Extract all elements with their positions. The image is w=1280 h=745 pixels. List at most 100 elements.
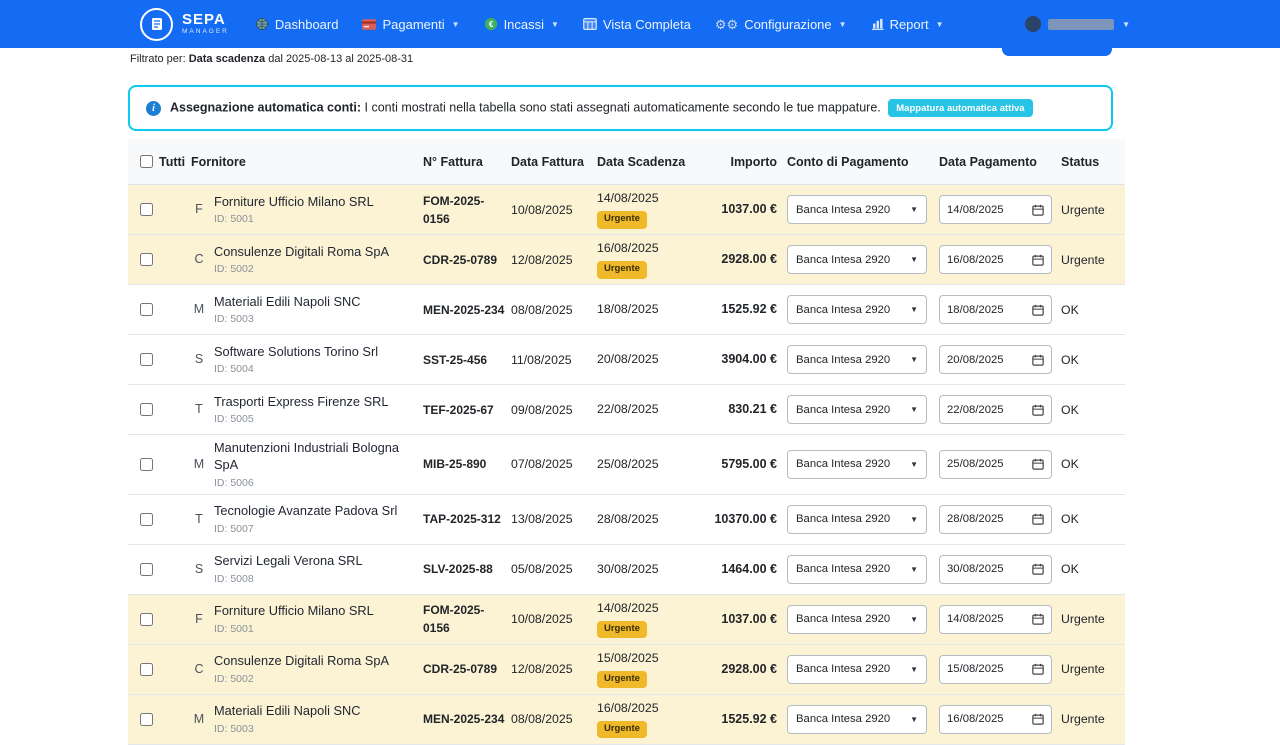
status-text: OK xyxy=(1061,512,1079,527)
payment-account-select[interactable]: Banca Intesa 2920 ▼ xyxy=(787,654,927,684)
invoice-date: 13/08/2025 xyxy=(511,512,573,527)
supplier-avatar: M xyxy=(193,302,205,317)
payment-date-input[interactable]: 16/08/2025 xyxy=(939,704,1052,734)
row-checkbox[interactable] xyxy=(140,457,153,471)
col-n-fattura: N° Fattura xyxy=(423,154,483,169)
invoice-number: FOM-2025-0156 xyxy=(423,193,485,226)
payment-account-select[interactable]: Banca Intesa 2920 ▼ xyxy=(787,449,927,479)
row-checkbox[interactable] xyxy=(140,562,153,576)
supplier-id: ID: 5001 xyxy=(214,623,254,636)
amount: 1525.92 € xyxy=(721,712,777,727)
supplier-name: Trasporti Express Firenze SRL xyxy=(214,393,389,409)
payment-date-value: 15/08/2025 xyxy=(947,663,1004,676)
due-date: 30/08/2025 xyxy=(597,561,659,576)
urgent-badge: Urgente xyxy=(597,210,647,229)
payment-account-select[interactable]: Banca Intesa 2920 ▼ xyxy=(787,554,927,584)
status-text: OK xyxy=(1061,402,1079,417)
row-checkbox[interactable] xyxy=(140,662,153,676)
payment-date-input[interactable]: 14/08/2025 xyxy=(939,604,1052,634)
payment-date-input[interactable]: 15/08/2025 xyxy=(939,654,1052,684)
row-checkbox[interactable] xyxy=(140,403,153,416)
nav-configurazione[interactable]: ⚙⚙ Configurazione ▼ xyxy=(715,17,847,32)
payment-date-input[interactable]: 30/08/2025 xyxy=(939,554,1052,584)
nav-pagamenti[interactable]: Pagamenti ▼ xyxy=(362,17,460,32)
amount: 2928.00 € xyxy=(721,252,777,267)
supplier-avatar: F xyxy=(195,202,203,217)
nav-vista-completa[interactable]: Vista Completa xyxy=(583,17,691,32)
payment-date-input[interactable]: 28/08/2025 xyxy=(939,504,1052,534)
payment-date-input[interactable]: 14/08/2025 xyxy=(939,195,1052,224)
row-checkbox[interactable] xyxy=(140,303,153,316)
row-checkbox[interactable] xyxy=(140,253,153,266)
row-checkbox[interactable] xyxy=(140,612,153,626)
payment-date-input[interactable]: 25/08/2025 xyxy=(939,449,1052,479)
supplier-id: ID: 5007 xyxy=(214,523,254,536)
nav-dashboard[interactable]: Dashboard xyxy=(255,17,338,32)
nav-incassi[interactable]: € Incassi ▼ xyxy=(484,17,559,32)
brand[interactable]: SEPA MANAGER xyxy=(140,7,229,41)
filter-bar: Filtrato per: Data scadenza dal 2025-08-… xyxy=(130,53,1280,65)
due-date: 14/08/2025 xyxy=(597,601,659,616)
payment-account-select[interactable]: Banca Intesa 2920 ▼ xyxy=(787,704,927,734)
chevron-down-icon: ▼ xyxy=(910,255,918,264)
status-text: OK xyxy=(1061,457,1079,472)
main-nav: Dashboard Pagamenti ▼ € Incassi ▼ Vista … xyxy=(255,17,944,32)
select-all-checkbox[interactable] xyxy=(140,155,153,168)
amount: 1525.92 € xyxy=(721,302,777,317)
calendar-icon xyxy=(1032,304,1044,316)
supplier-id: ID: 5006 xyxy=(214,476,254,489)
chevron-down-icon: ▼ xyxy=(910,664,918,674)
payment-account-select[interactable]: Banca Intesa 2920 ▼ xyxy=(787,295,927,324)
supplier-avatar: T xyxy=(195,402,203,417)
payment-account-value: Banca Intesa 2920 xyxy=(796,303,891,316)
calendar-icon xyxy=(1032,513,1044,526)
payment-account-select[interactable]: Banca Intesa 2920 ▼ xyxy=(787,395,927,424)
amount: 1464.00 € xyxy=(721,562,777,577)
urgent-badge: Urgente xyxy=(597,620,647,639)
payment-account-select[interactable]: Banca Intesa 2920 ▼ xyxy=(787,604,927,634)
logo-icon xyxy=(140,7,173,41)
chevron-down-icon: ▼ xyxy=(910,459,918,469)
row-checkbox[interactable] xyxy=(140,203,153,216)
dashboard-globe-icon xyxy=(255,17,269,31)
payment-account-select[interactable]: Banca Intesa 2920 ▼ xyxy=(787,245,927,274)
row-checkbox[interactable] xyxy=(140,353,153,366)
payment-date-input[interactable]: 18/08/2025 xyxy=(939,295,1052,324)
supplier-name: Forniture Ufficio Milano SRL xyxy=(214,603,374,619)
chevron-down-icon: ▼ xyxy=(910,564,918,574)
supplier-avatar: M xyxy=(193,457,205,472)
invoice-date: 09/08/2025 xyxy=(511,402,573,417)
calendar-icon xyxy=(1032,404,1044,416)
urgent-badge: Urgente xyxy=(597,260,647,279)
payment-account-select[interactable]: Banca Intesa 2920 ▼ xyxy=(787,195,927,224)
chevron-down-icon: ▼ xyxy=(910,514,918,524)
table-row: T Tecnologie Avanzate Padova Srl ID: 500… xyxy=(128,494,1125,545)
chevron-down-icon: ▼ xyxy=(838,19,847,29)
chevron-down-icon: ▼ xyxy=(910,355,918,364)
gears-icon: ⚙⚙ xyxy=(714,16,739,32)
status-text: Urgente xyxy=(1061,612,1105,627)
nav-report[interactable]: Report ▼ xyxy=(871,17,944,32)
row-checkbox[interactable] xyxy=(140,712,153,726)
alert-message: I conti mostrati nella tabella sono stat… xyxy=(364,100,881,115)
chevron-down-icon: ▼ xyxy=(910,205,918,214)
supplier-name: Software Solutions Torino Srl xyxy=(214,343,379,359)
status-text: Urgente xyxy=(1061,662,1105,677)
calendar-icon xyxy=(1032,613,1044,626)
supplier-name: Tecnologie Avanzate Padova Srl xyxy=(214,503,398,519)
row-checkbox[interactable] xyxy=(140,512,153,526)
user-menu[interactable]: ▼ xyxy=(1025,16,1130,32)
col-fornitore: Fornitore xyxy=(191,154,246,169)
payment-account-select[interactable]: Banca Intesa 2920 ▼ xyxy=(787,345,927,374)
calendar-icon xyxy=(1032,254,1044,266)
payment-account-select[interactable]: Banca Intesa 2920 ▼ xyxy=(787,504,927,534)
payment-date-input[interactable]: 20/08/2025 xyxy=(939,345,1052,374)
payment-date-input[interactable]: 22/08/2025 xyxy=(939,395,1052,424)
supplier-id: ID: 5003 xyxy=(214,723,254,736)
invoice-date: 10/08/2025 xyxy=(511,202,573,217)
due-date: 16/08/2025 xyxy=(597,701,659,716)
payment-date-input[interactable]: 16/08/2025 xyxy=(939,245,1052,274)
svg-text:€: € xyxy=(488,20,493,29)
supplier-name: Consulenze Digitali Roma SpA xyxy=(214,653,389,669)
table-row: C Consulenze Digitali Roma SpA ID: 5002 … xyxy=(128,235,1125,285)
